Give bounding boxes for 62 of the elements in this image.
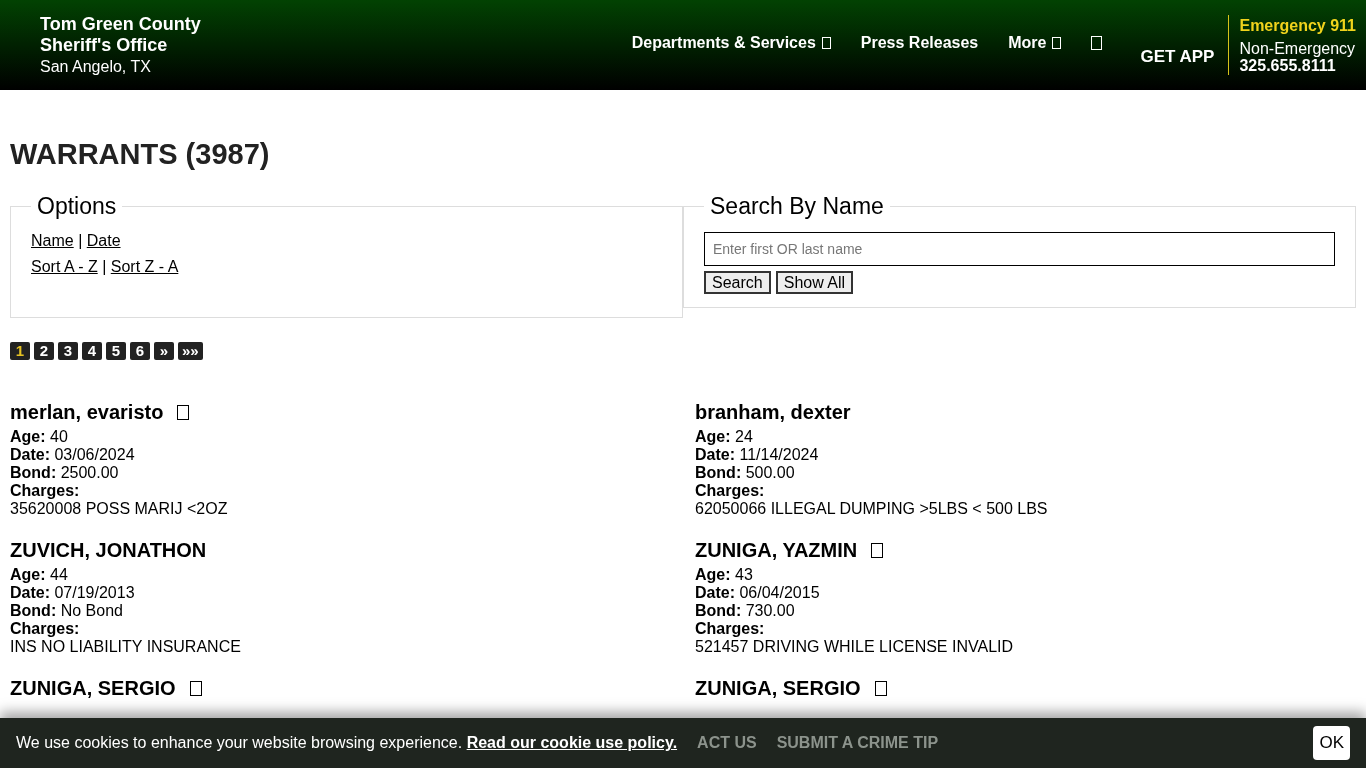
charges-label: Charges: [10, 620, 81, 638]
cookie-message: We use cookies to enhance your website browsing experience. Read our cookie use policy. [16, 734, 678, 752]
warrant-detail: Date: 03/06/2024 [10, 446, 136, 464]
panel-legend: Search By Name [704, 193, 890, 220]
warrant-detail: Bond: 2500.00 [10, 464, 120, 482]
charge-text: 35620008 POSS MARIJ <2OZ [10, 500, 229, 518]
page-link[interactable]: 6 [130, 342, 150, 360]
panel-legend: Options [31, 193, 123, 220]
footer-link[interactable]: SUBMIT A CRIME TIP [776, 734, 939, 752]
warrant-detail: Bond: No Bond [10, 602, 124, 620]
charge-text: INS NO LIABILITY INSURANCE [10, 638, 242, 656]
link-separator: | [78, 232, 83, 249]
charges-label: Charges: [10, 482, 81, 500]
charges-label: Charges: [695, 620, 766, 638]
page-link[interactable]: » [154, 342, 174, 360]
search-form-button[interactable]: Show All [775, 271, 854, 294]
warrant-name: ZUNIGA, SERGIO [10, 676, 176, 700]
warrant-name: ZUNIGA, YAZMIN [695, 538, 858, 562]
page-link[interactable]: »» [178, 342, 203, 360]
site-location: San Angelo, TX [40, 56, 152, 77]
charge-text: 521457 DRIVING WHILE LICENSE INVALID [695, 638, 1015, 656]
warrant-detail: Age: 44 [10, 566, 69, 584]
site-title: Tom Green County [40, 13, 201, 35]
warrant-name: ZUNIGA, SERGIO [695, 676, 861, 700]
page-link[interactable]: 5 [106, 342, 126, 360]
ok-button[interactable]: OK [1313, 726, 1350, 760]
warrant-detail: Date: 07/19/2013 [10, 584, 136, 602]
cookie-policy-link[interactable]: Read our cookie use policy. [466, 734, 678, 751]
page-link[interactable]: 1 [10, 342, 30, 360]
nav-link[interactable]: More [1008, 34, 1062, 52]
page-title: WARRANTS (3987) [10, 138, 271, 171]
sort-link[interactable]: Name [31, 232, 74, 249]
page-link[interactable]: 2 [34, 342, 54, 360]
footer-link[interactable]: ACT US [697, 734, 757, 752]
emergency-number: Emergency 911 [1239, 16, 1356, 35]
page-link[interactable]: 4 [82, 342, 102, 360]
site-title: Sheriff's Office [40, 34, 169, 56]
warrant-name: branham, dexter [695, 400, 851, 424]
warrant-detail: Date: 06/04/2015 [695, 584, 821, 602]
warrant-detail: Age: 24 [695, 428, 754, 446]
warrant-detail: Bond: 730.00 [695, 602, 796, 620]
nav-link[interactable]: Press Releases [860, 34, 979, 52]
warrant-detail: Bond: 500.00 [695, 464, 796, 482]
link-separator: | [102, 258, 107, 275]
page-link[interactable]: 3 [58, 342, 78, 360]
sort-link[interactable]: Sort A - Z [31, 258, 98, 275]
non-emergency-label: Non-Emergency [1239, 39, 1356, 57]
phone-number: 325.655.8111 [1239, 56, 1336, 74]
search-form-button[interactable]: Search [704, 271, 771, 294]
sort-link[interactable]: Date [86, 232, 121, 249]
charges-label: Charges: [695, 482, 766, 500]
glyph-box-icon[interactable] [1091, 36, 1103, 50]
warrant-name: merlan, evaristo [10, 400, 164, 424]
charge-text: 62050066 ILLEGAL DUMPING >5LBS < 500 LBS [695, 500, 1049, 518]
warrant-detail: Date: 11/14/2024 [695, 446, 820, 464]
get-app-link[interactable]: GET APP [1140, 47, 1215, 67]
name-search-field[interactable]: Enter first OR last name [704, 232, 1335, 266]
warrant-name: ZUVICH, JONATHON [10, 538, 207, 562]
sort-link[interactable]: Sort Z - A [110, 258, 179, 275]
warrant-detail: Age: 43 [695, 566, 754, 584]
nav-link[interactable]: Departments & Services [631, 34, 831, 52]
warrant-detail: Age: 40 [10, 428, 69, 446]
